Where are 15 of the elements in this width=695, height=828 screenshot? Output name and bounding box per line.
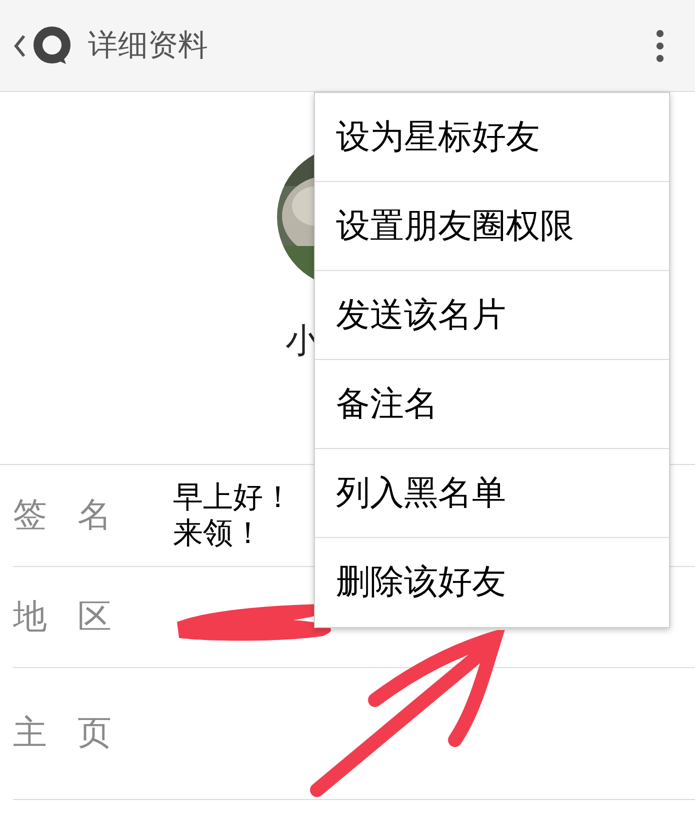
field-label: 签名 [13,494,144,537]
back-button[interactable] [12,26,72,66]
field-value: 早上好！来领！ [173,480,294,552]
more-icon [656,30,664,62]
menu-item[interactable]: 设为星标好友 [315,93,669,182]
menu-item[interactable]: 发送该名片 [315,271,669,360]
field-label: 主页 [13,712,144,755]
field-label: 地区 [13,596,144,638]
menu-item[interactable]: 备注名 [315,360,669,449]
menu-item[interactable]: 设置朋友圈权限 [315,182,669,271]
menu-item[interactable]: 删除该好友 [315,538,669,627]
app-logo-icon [32,26,72,66]
menu-item[interactable]: 列入黑名单 [315,449,669,538]
page-title: 详细资料 [88,27,208,65]
back-icon [12,32,28,58]
